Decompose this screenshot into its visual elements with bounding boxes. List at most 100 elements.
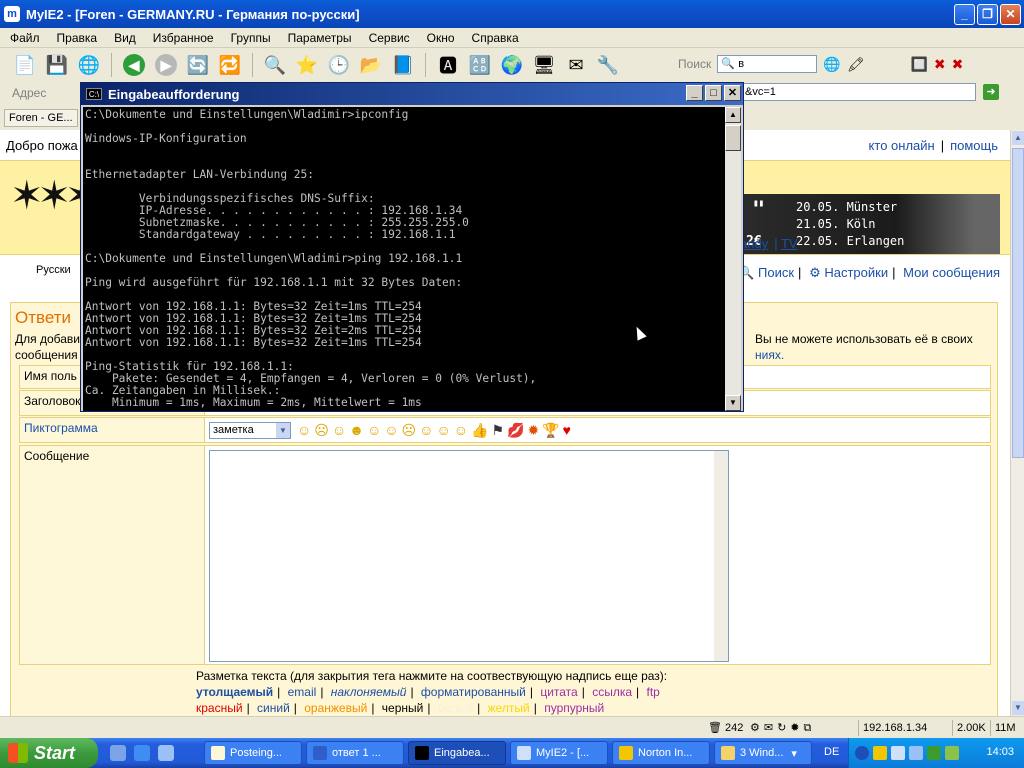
menu-favorites[interactable]: Избранное — [153, 31, 214, 45]
console-scroll-thumb[interactable] — [725, 125, 741, 151]
icon-select[interactable]: заметка — [209, 422, 291, 439]
scroll-thumb[interactable] — [1012, 148, 1024, 458]
app-icon[interactable]: m — [4, 6, 20, 22]
smiley-icon[interactable]: ☹ — [402, 422, 417, 438]
markup-quote[interactable]: цитата — [540, 685, 577, 699]
close-tab-icon[interactable]: ✖ — [934, 56, 946, 73]
cup-icon[interactable]: 🏆 — [542, 422, 559, 438]
console-icon[interactable]: C:\ — [86, 88, 102, 100]
task-word[interactable]: ответ 1 ... — [306, 741, 404, 765]
ie-icon[interactable] — [134, 745, 150, 761]
thumbs-icon[interactable]: 👍 — [471, 422, 488, 438]
smiley-icon[interactable]: ☺ — [297, 422, 311, 438]
encoding-icon[interactable]: 🔠 — [467, 52, 493, 78]
menu-help[interactable]: Справка — [472, 31, 519, 45]
task-norton[interactable]: Norton In... — [612, 741, 710, 765]
markup-email[interactable]: email — [288, 685, 317, 699]
console-maximize-button[interactable]: □ — [705, 85, 722, 101]
smiley-icon[interactable]: ☺ — [454, 422, 468, 438]
sun-icon[interactable]: ✹ — [527, 422, 539, 438]
forward-icon[interactable]: ▶ — [153, 52, 179, 78]
menu-file[interactable]: Файл — [10, 31, 40, 45]
markup-link[interactable]: ссылка — [592, 685, 632, 699]
history-icon[interactable]: 🕒 — [326, 52, 352, 78]
textarea-scrollbar[interactable] — [714, 451, 728, 661]
clock[interactable]: 14:03 — [986, 746, 1014, 758]
favorites-star-icon[interactable]: ⭐ — [294, 52, 320, 78]
lips-icon[interactable]: 💋 — [507, 422, 524, 438]
who-online-link[interactable]: кто онлайн — [869, 138, 935, 153]
smiley-icon[interactable]: ☹ — [314, 422, 329, 438]
menu-options[interactable]: Параметры — [288, 31, 352, 45]
menu-groups[interactable]: Группы — [231, 31, 271, 45]
console-scroll-up-icon[interactable]: ▲ — [725, 107, 741, 123]
smiley-icon[interactable]: ☻ — [349, 422, 364, 438]
new-page-icon[interactable]: 📄 — [12, 52, 38, 78]
task-myie2[interactable]: MyIE2 - [... — [510, 741, 608, 765]
my-messages-link[interactable]: Мои сообщения — [903, 265, 1000, 280]
console-minimize-button[interactable]: _ — [686, 85, 703, 101]
back-icon[interactable]: ◀ — [121, 52, 147, 78]
console-close-button[interactable]: ✕ — [724, 85, 741, 101]
quicklaunch-icon[interactable] — [110, 745, 126, 761]
smiley-icon[interactable]: ☺ — [384, 422, 398, 438]
search-icon[interactable]: 🔍 — [262, 52, 288, 78]
nav-link[interactable]: TV — [781, 236, 798, 251]
icon-label[interactable]: Пиктограмма — [24, 421, 98, 435]
minimize-button[interactable]: _ — [954, 4, 975, 25]
search-link[interactable]: Поиск — [758, 265, 794, 280]
refresh-all-icon[interactable]: 🔁 — [217, 52, 243, 78]
markup-orange[interactable]: оранжевый — [304, 701, 367, 715]
tools-icon[interactable]: 🔧 — [595, 52, 621, 78]
book-icon[interactable]: 📘 — [390, 52, 416, 78]
status-icons[interactable]: ⚙✉↻✹⧉ — [746, 720, 815, 736]
menu-edit[interactable]: Правка — [57, 31, 98, 45]
task-cmd[interactable]: Eingabea... — [408, 741, 506, 765]
markup-yellow[interactable]: желтый — [488, 701, 530, 715]
markup-black[interactable]: черный — [382, 701, 424, 715]
save-icon[interactable]: 💾 — [44, 52, 70, 78]
tray-icon[interactable] — [891, 746, 905, 760]
tray-icon[interactable] — [927, 746, 941, 760]
flag-icon[interactable]: ⚑ — [491, 422, 504, 438]
markup-ftp[interactable]: ftp — [646, 685, 659, 699]
folder-icon[interactable]: 📂 — [358, 52, 384, 78]
markup-white[interactable]: белый — [438, 701, 473, 715]
close-all-icon[interactable]: ✖ — [952, 56, 964, 73]
screen-icon[interactable]: 🖥 — [531, 52, 557, 78]
console-scrollbar[interactable]: ▲ ▼ — [725, 107, 741, 411]
task-posteingang[interactable]: Posteing... — [204, 741, 302, 765]
font-icon[interactable]: 🅰 — [435, 52, 461, 78]
menu-window[interactable]: Окно — [427, 31, 455, 45]
tab-foren[interactable]: Foren - GE... — [4, 109, 78, 127]
refresh-icon[interactable]: 🔄 — [185, 52, 211, 78]
smiley-icon[interactable]: ☺ — [367, 422, 381, 438]
zoom-icon[interactable]: 🔲 — [910, 56, 927, 73]
task-explorer-group[interactable]: 3 Wind... ▾ — [714, 741, 812, 765]
console-scroll-down-icon[interactable]: ▼ — [725, 395, 741, 411]
markup-preformatted[interactable]: форматированный — [421, 685, 526, 699]
settings-link[interactable]: Настройки — [824, 265, 888, 280]
help-link[interactable]: помощь — [950, 138, 998, 153]
markup-purple[interactable]: пурпурный — [544, 701, 604, 715]
tray-icon[interactable] — [909, 746, 923, 760]
message-textarea[interactable] — [209, 450, 729, 662]
command-prompt-window[interactable]: C:\ Eingabeaufforderung _ □ ✕ C:\Dokumen… — [80, 82, 744, 412]
highlight-icon[interactable]: 🖍 — [847, 56, 865, 73]
scroll-down-arrow-icon[interactable]: ▼ — [1012, 701, 1024, 715]
search-engine-icon[interactable]: 🌐 — [823, 56, 840, 73]
network-icon[interactable]: 🌐 — [76, 52, 102, 78]
address-input[interactable]: &vc=1 — [740, 83, 976, 101]
search-input[interactable]: в — [717, 55, 818, 73]
console-title-bar[interactable]: C:\ Eingabeaufforderung _ □ ✕ — [81, 83, 743, 105]
mail-icon[interactable]: ✉ — [563, 52, 589, 78]
smiley-icon[interactable]: ☺ — [332, 422, 346, 438]
go-arrow-icon[interactable]: ➜ — [983, 84, 999, 100]
tray-expand-icon[interactable] — [855, 746, 869, 760]
heart-icon[interactable]: ♥ — [563, 422, 571, 438]
quicklaunch-icon[interactable] — [158, 745, 174, 761]
desc-link[interactable]: ниях. — [755, 347, 784, 363]
menu-tools[interactable]: Сервис — [369, 31, 410, 45]
tray-icon[interactable] — [873, 746, 887, 760]
window-title-bar[interactable]: m MyIE2 - [Foren - GERMANY.RU - Германия… — [0, 0, 1024, 28]
